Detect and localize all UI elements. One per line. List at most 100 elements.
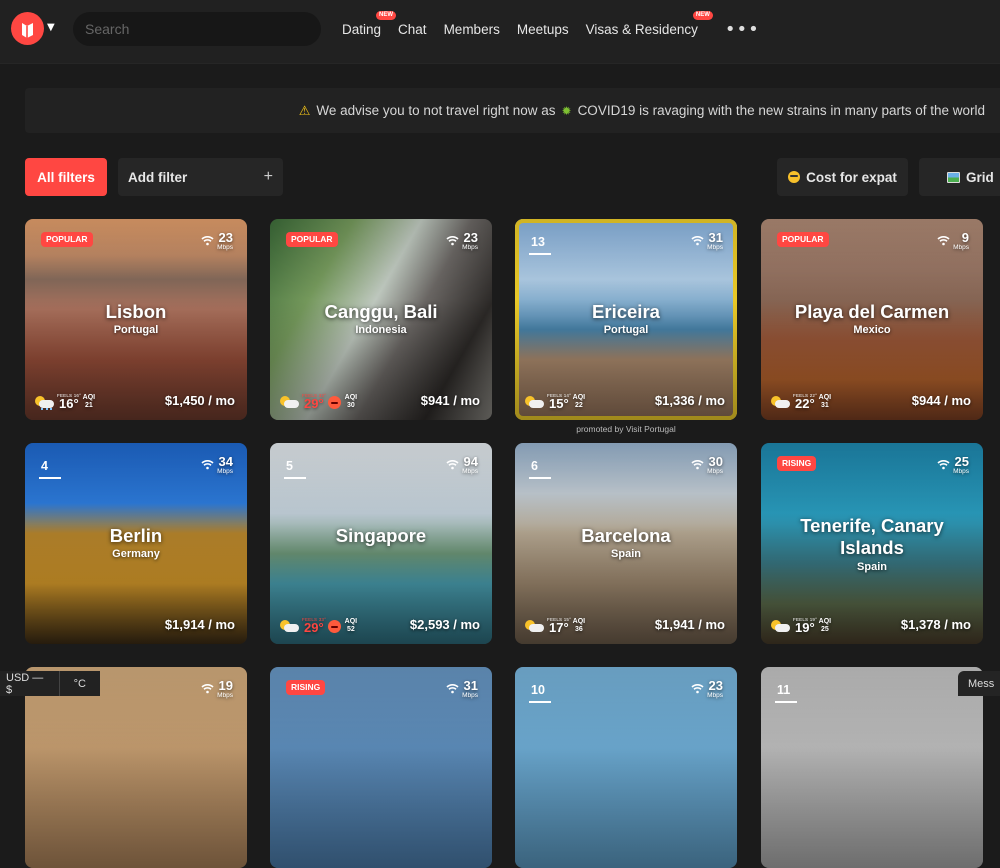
speed-value: 31 — [463, 678, 478, 693]
speed-value: 94 — [463, 454, 478, 469]
temperature: FEELS 33° 29° — [302, 617, 326, 634]
monthly-cost: $1,450 / mo — [164, 393, 235, 408]
internet-speed: 23 Mbps — [446, 231, 478, 252]
nav-chat[interactable]: Chat — [398, 22, 427, 37]
sort-cost-button[interactable]: Cost for expat — [777, 158, 908, 196]
internet-speed: 31 Mbps — [691, 231, 723, 252]
temperature: FEELS 22° 22° — [793, 393, 817, 410]
view-label: Grid — [966, 169, 994, 185]
city-name: Berlin — [109, 525, 163, 546]
feels-like: FEELS 16° — [57, 393, 82, 398]
speed-value: 30 — [708, 454, 723, 469]
currency-selector[interactable]: USD — $ — [0, 671, 60, 696]
partly-cloudy-icon — [280, 618, 300, 634]
internet-speed: 94 Mbps — [446, 455, 478, 476]
partly-cloudy-icon — [35, 394, 55, 410]
speed-unit: Mbps — [707, 244, 723, 251]
city-card[interactable]: RISING 25 Mbps Tenerife, Canary Islands Spai… — [761, 443, 983, 644]
city-card[interactable]: POPULAR 23 Mbps Canggu, Bali Indonesia FEELS… — [270, 219, 492, 420]
city-card[interactable]: 10 23 Mbps — [515, 667, 737, 868]
status-badge: POPULAR — [777, 232, 829, 247]
temperature-unit-toggle[interactable]: °C — [60, 678, 100, 690]
city-card[interactable]: 6 30 Mbps Barcelona Spain FEELS 15° 17° AQI 36… — [515, 443, 737, 644]
air-quality: AQI 36 — [572, 618, 586, 633]
monthly-cost: $941 / mo — [420, 393, 480, 408]
nomads-logo-icon[interactable] — [11, 12, 44, 45]
feels-like: FEELS 22° — [793, 393, 818, 398]
temperature: FEELS 19° 19° — [793, 617, 817, 634]
speed-value: 23 — [463, 230, 478, 245]
chevron-down-icon[interactable]: ▼ — [47, 22, 55, 33]
air-quality: AQI 25 — [818, 618, 832, 633]
feels-like: FEELS 33° — [302, 393, 327, 398]
status-badge: POPULAR — [41, 232, 93, 247]
air-quality: AQI 30 — [344, 394, 358, 409]
air-quality: AQI 31 — [818, 394, 832, 409]
nav-meetups[interactable]: Meetups — [517, 22, 569, 37]
city-card[interactable]: RISING 31 Mbps — [270, 667, 492, 868]
country-name: Portugal — [113, 324, 159, 336]
city-name: Barcelona — [581, 525, 671, 546]
nerd-face-icon — [788, 171, 801, 183]
wifi-icon — [691, 679, 704, 698]
speed-value: 23 — [218, 230, 233, 245]
air-quality: AQI 52 — [344, 618, 358, 633]
city-card[interactable]: 13 31 Mbps Ericeira Portugal FEELS 14° 15° AQ… — [515, 219, 737, 420]
nav-label: Meetups — [516, 21, 569, 37]
sort-label: Cost for expat — [806, 169, 897, 185]
city-card[interactable]: POPULAR 9 Mbps Playa del Carmen Mexico FEELS… — [761, 219, 983, 420]
speed-unit: Mbps — [953, 244, 969, 251]
search-input[interactable] — [73, 12, 321, 46]
speed-unit: Mbps — [217, 692, 233, 699]
weather-info: FEELS 33° 29° AQI 52 — [280, 617, 358, 634]
top-navigation-bar: ▼ DatingNEW Chat Members Meetups Visas &… — [0, 0, 1000, 64]
monthly-cost: $1,336 / mo — [654, 393, 725, 408]
monthly-cost: $1,941 / mo — [654, 617, 725, 632]
temperature: FEELS 33° 29° — [302, 393, 326, 410]
city-card[interactable]: 19 Mbps — [25, 667, 247, 868]
speed-value: 9 — [961, 230, 969, 245]
nav-label: Dating — [342, 21, 382, 37]
city-card[interactable]: 4 34 Mbps Berlin Germany $1,914 / mo — [25, 443, 247, 644]
nav-dating[interactable]: Dating NEW — [342, 10, 397, 37]
city-card[interactable]: POPULAR 23 Mbps Lisbon Portugal FEELS 16° 16°… — [25, 219, 247, 420]
all-filters-button[interactable]: All filters — [25, 158, 107, 196]
wifi-icon — [937, 231, 950, 250]
speed-unit: Mbps — [462, 244, 478, 251]
speed-unit: Mbps — [707, 468, 723, 475]
internet-speed: 25 Mbps — [937, 455, 969, 476]
speed-value: 25 — [954, 454, 969, 469]
speed-unit: Mbps — [707, 692, 723, 699]
temperature: FEELS 14° 15° — [547, 393, 571, 410]
air-quality: AQI 21 — [82, 394, 96, 409]
banner-text-before: We advise you to not travel right now as — [316, 103, 556, 118]
new-badge: NEW — [376, 10, 397, 20]
weather-info: FEELS 22° 22° AQI 31 — [771, 393, 832, 410]
partly-cloudy-icon — [525, 394, 545, 410]
nav-label: Members — [443, 21, 500, 37]
weather-info: FEELS 33° 29° AQI 30 — [280, 393, 358, 410]
city-card[interactable]: 11 — [761, 667, 983, 868]
monthly-cost: $1,914 / mo — [164, 617, 235, 632]
wifi-icon — [201, 679, 214, 698]
country-name: Indonesia — [355, 324, 407, 336]
add-filter-button[interactable]: Add filter + — [118, 158, 283, 196]
image-overlay — [761, 667, 983, 868]
internet-speed: 19 Mbps — [201, 679, 233, 700]
new-badge: NEW — [692, 10, 713, 20]
nav-members[interactable]: Members — [444, 22, 500, 37]
monthly-cost: $2,593 / mo — [409, 617, 480, 632]
speed-unit: Mbps — [217, 468, 233, 475]
nav-visas-residency[interactable]: Visas & Residency NEW — [586, 10, 713, 37]
city-card[interactable]: 5 94 Mbps Singapore FEELS 33° 29° AQI 52 $2,5… — [270, 443, 492, 644]
partly-cloudy-icon — [771, 394, 791, 410]
hot-face-icon — [327, 620, 341, 633]
weather-info: FEELS 16° 16° AQI 21 — [35, 393, 96, 410]
messages-button[interactable]: Mess — [958, 671, 1000, 696]
country-name: Mexico — [853, 324, 891, 336]
feels-like: FEELS 15° — [547, 617, 572, 622]
add-filter-label: Add filter — [128, 169, 188, 185]
view-grid-button[interactable]: Grid — [919, 158, 1000, 196]
rank-number: 6 — [529, 459, 551, 479]
more-dots-icon[interactable]: ••• — [725, 19, 760, 40]
